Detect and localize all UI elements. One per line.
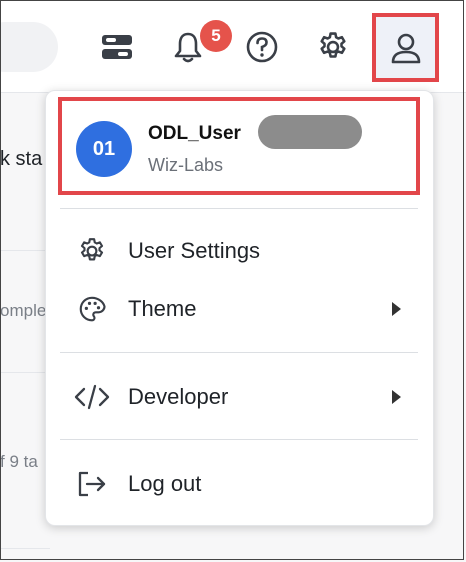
screenshot-border — [0, 0, 464, 560]
